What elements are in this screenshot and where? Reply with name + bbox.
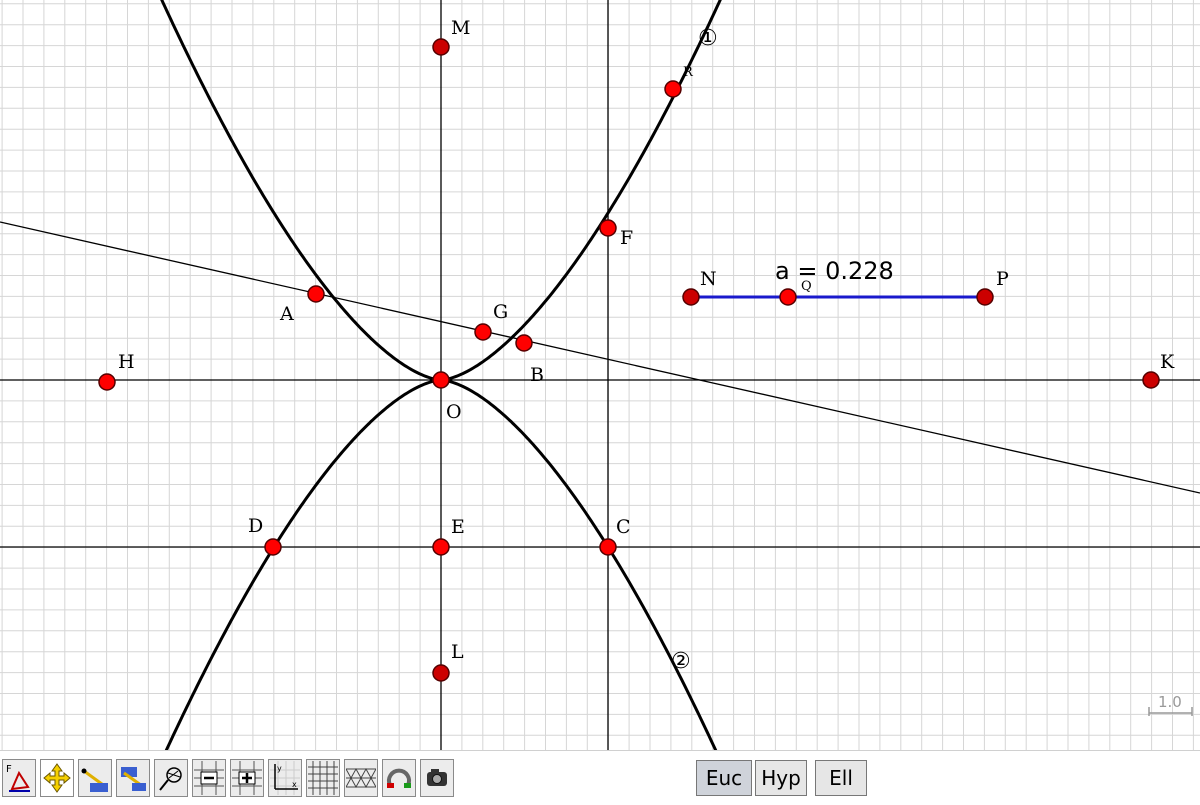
point-n[interactable] <box>682 288 700 306</box>
point-b[interactable] <box>515 334 533 352</box>
grid-plus-tool-button[interactable] <box>230 759 264 797</box>
label-b: B <box>530 364 544 386</box>
point-d[interactable] <box>264 538 282 556</box>
label-a: A <box>279 303 294 325</box>
locus-icon <box>159 767 182 791</box>
line-icon <box>121 767 146 791</box>
point-o[interactable] <box>432 371 450 389</box>
toolbar: F y x Euc Hyp Ell <box>0 750 1200 805</box>
point-l[interactable] <box>432 664 450 682</box>
label-r: R <box>683 65 694 80</box>
label-f: F <box>620 227 633 249</box>
point-q[interactable] <box>779 288 797 306</box>
point-r[interactable] <box>664 80 682 98</box>
point-m[interactable] <box>432 38 450 56</box>
svg-text:y: y <box>277 764 282 773</box>
label-c: C <box>616 516 631 538</box>
magnet-icon <box>387 768 411 788</box>
axes-icon: y x <box>270 761 300 795</box>
scale-value: 1.0 <box>1158 693 1182 711</box>
magnet-tool-button[interactable] <box>382 759 416 797</box>
point-e[interactable] <box>432 538 450 556</box>
label-o: O <box>446 401 462 423</box>
point-k[interactable] <box>1142 371 1160 389</box>
triangle-grid-tool-button[interactable] <box>344 759 378 797</box>
point-a[interactable] <box>307 285 325 303</box>
background-grid <box>0 0 1200 750</box>
locus-tool-button[interactable] <box>154 759 188 797</box>
grid-minus-tool-button[interactable] <box>192 759 226 797</box>
axes-tool-button[interactable]: y x <box>268 759 302 797</box>
drawing-canvas[interactable]: M R F N Q P A G B H K O D E C L a = 0.22… <box>0 0 1200 750</box>
label-p: P <box>996 268 1009 290</box>
label-m: M <box>451 17 470 39</box>
move-icon <box>43 763 71 793</box>
format-tool-button[interactable]: F <box>2 759 36 797</box>
svg-text:x: x <box>292 780 297 789</box>
point-h[interactable] <box>98 373 116 391</box>
format-icon: F <box>6 764 30 792</box>
euclidean-geometry-button[interactable]: Euc <box>696 760 752 796</box>
camera-tool-button[interactable] <box>420 759 454 797</box>
grid-minus-icon <box>194 761 224 795</box>
point-p[interactable] <box>976 288 994 306</box>
elliptic-geometry-button[interactable]: Ell <box>815 760 867 796</box>
segment-tool-button[interactable] <box>78 759 112 797</box>
parameter-value: a = 0.228 <box>775 257 894 285</box>
label-l: L <box>451 641 464 663</box>
triangle-grid-icon <box>346 767 376 789</box>
label-h: H <box>118 351 135 373</box>
secant-line-ab[interactable] <box>0 221 1200 494</box>
grid-plus-icon <box>232 761 262 795</box>
square-grid-tool-button[interactable] <box>306 759 340 797</box>
svg-text:F: F <box>6 764 12 775</box>
hyperbolic-geometry-button[interactable]: Hyp <box>755 760 807 796</box>
point-f[interactable] <box>599 219 617 237</box>
label-k: K <box>1160 351 1175 373</box>
move-tool-button[interactable] <box>40 759 74 797</box>
label-d: D <box>248 515 263 537</box>
label-n: N <box>700 268 717 290</box>
camera-icon <box>427 769 447 786</box>
square-grid-icon <box>308 761 338 795</box>
curve-1-label: ① <box>698 26 718 51</box>
label-e: E <box>451 516 465 538</box>
segment-icon <box>81 768 108 792</box>
point-c[interactable] <box>599 538 617 556</box>
line-tool-button[interactable] <box>116 759 150 797</box>
point-g[interactable] <box>474 323 492 341</box>
curve-2-label: ② <box>671 649 691 674</box>
label-g: G <box>493 301 508 323</box>
